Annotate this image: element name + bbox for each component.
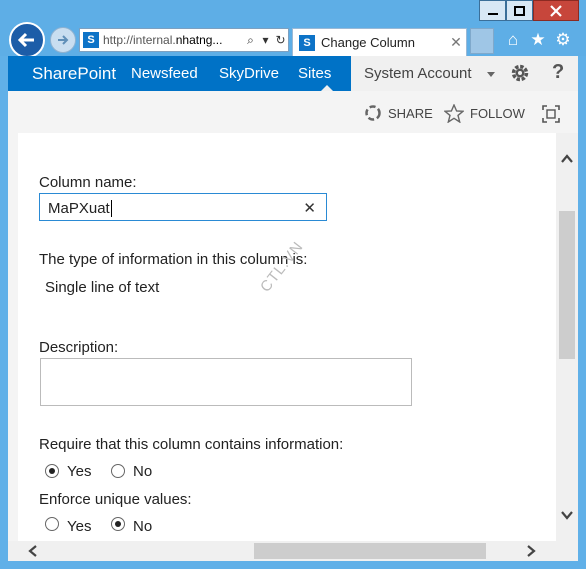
minimize-button[interactable] [479,0,506,21]
vertical-scrollbar[interactable] [556,133,578,541]
required-yes-radio[interactable] [45,464,59,478]
forward-button[interactable] [50,27,76,53]
page-content: SHARE FOLLOW Column name: MaPXuat​ ✕ The… [8,91,578,541]
column-name-label: Column name: [39,174,137,191]
text-cursor: ​ [110,200,112,217]
description-textarea[interactable] [40,358,412,406]
suite-bar-user-area: System Account ? [351,56,578,91]
required-yes-label[interactable]: Yes [67,463,91,480]
horizontal-scroll-thumb[interactable] [254,543,486,559]
column-type-label: The type of information in this column i… [39,251,308,268]
share-label: SHARE [388,105,433,121]
unique-yes-radio[interactable] [45,517,59,531]
dropdown-icon[interactable]: ▾ [258,33,273,47]
search-icon[interactable]: ⌕ [243,33,258,48]
required-no-label[interactable]: No [133,463,152,480]
horizontal-scrollbar[interactable] [8,541,578,561]
unique-yes-label[interactable]: Yes [67,518,91,535]
required-no-radio[interactable] [111,464,125,478]
column-name-value: MaPXuat [48,200,110,217]
close-icon [550,4,562,17]
refresh-icon[interactable]: ↻ [273,33,288,47]
sharepoint-favicon: S [299,34,315,51]
minimize-icon [487,12,498,15]
follow-label: FOLLOW [470,106,525,121]
unique-no-label[interactable]: No [133,518,152,535]
follow-star-icon [444,104,464,123]
nav-newsfeed[interactable]: Newsfeed [131,65,198,82]
required-label: Require that this column contains inform… [39,436,344,453]
sharepoint-brand[interactable]: SharePoint [32,64,116,84]
address-bar[interactable]: S http://internal.nhatng... ⌕ ▾ ↻ [79,28,289,52]
forward-arrow-icon [58,35,69,45]
browser-window: S http://internal.nhatng... ⌕ ▾ ↻ S Chan… [0,0,586,569]
scroll-up-icon[interactable] [561,153,573,165]
home-icon[interactable]: ⌂ [503,30,523,50]
url-domain: nhatng... [175,33,223,47]
close-window-button[interactable] [533,0,579,21]
back-button[interactable] [9,22,45,58]
account-menu[interactable]: System Account [364,65,472,82]
help-icon[interactable]: ? [552,61,564,84]
url-prefix: http://internal. [103,33,176,47]
nav-skydrive[interactable]: SkyDrive [219,65,279,82]
nav-sites[interactable]: Sites [298,65,331,82]
column-type-value: Single line of text [45,279,160,296]
unique-label: Enforce unique values: [39,491,192,508]
sharepoint-favicon: S [83,32,99,48]
clear-input-icon[interactable]: ✕ [303,199,316,217]
scroll-right-icon[interactable] [525,545,537,557]
vertical-scroll-thumb[interactable] [559,211,575,359]
focus-icon[interactable] [542,105,560,123]
scroll-down-icon[interactable] [561,509,573,521]
share-icon [365,105,381,121]
account-caret-icon[interactable] [487,72,495,77]
share-button[interactable]: SHARE [364,104,433,122]
back-arrow-icon [17,32,34,48]
follow-button[interactable]: FOLLOW [444,104,525,123]
description-label: Description: [39,339,119,356]
favorites-star-icon[interactable]: ★ [528,30,548,50]
scroll-left-icon[interactable] [27,545,39,557]
maximize-icon [514,5,525,16]
browser-tab[interactable]: S Change Column ✕ [292,28,467,56]
maximize-button[interactable] [506,0,533,21]
left-gutter [8,133,18,541]
column-name-input[interactable]: MaPXuat​ ✕ [39,193,327,221]
address-url[interactable]: http://internal.nhatng... [103,33,243,47]
page-action-bar: SHARE FOLLOW [8,91,578,133]
close-tab-icon[interactable]: ✕ [446,34,466,51]
settings-gear-icon[interactable] [510,63,530,83]
unique-no-radio[interactable] [111,517,125,531]
new-tab-button[interactable] [470,28,494,54]
sharepoint-suite-bar: SharePoint Newsfeed SkyDrive Sites Syste… [8,56,578,91]
tab-title: Change Column [321,35,415,50]
tools-gear-icon[interactable]: ⚙ [553,30,573,50]
